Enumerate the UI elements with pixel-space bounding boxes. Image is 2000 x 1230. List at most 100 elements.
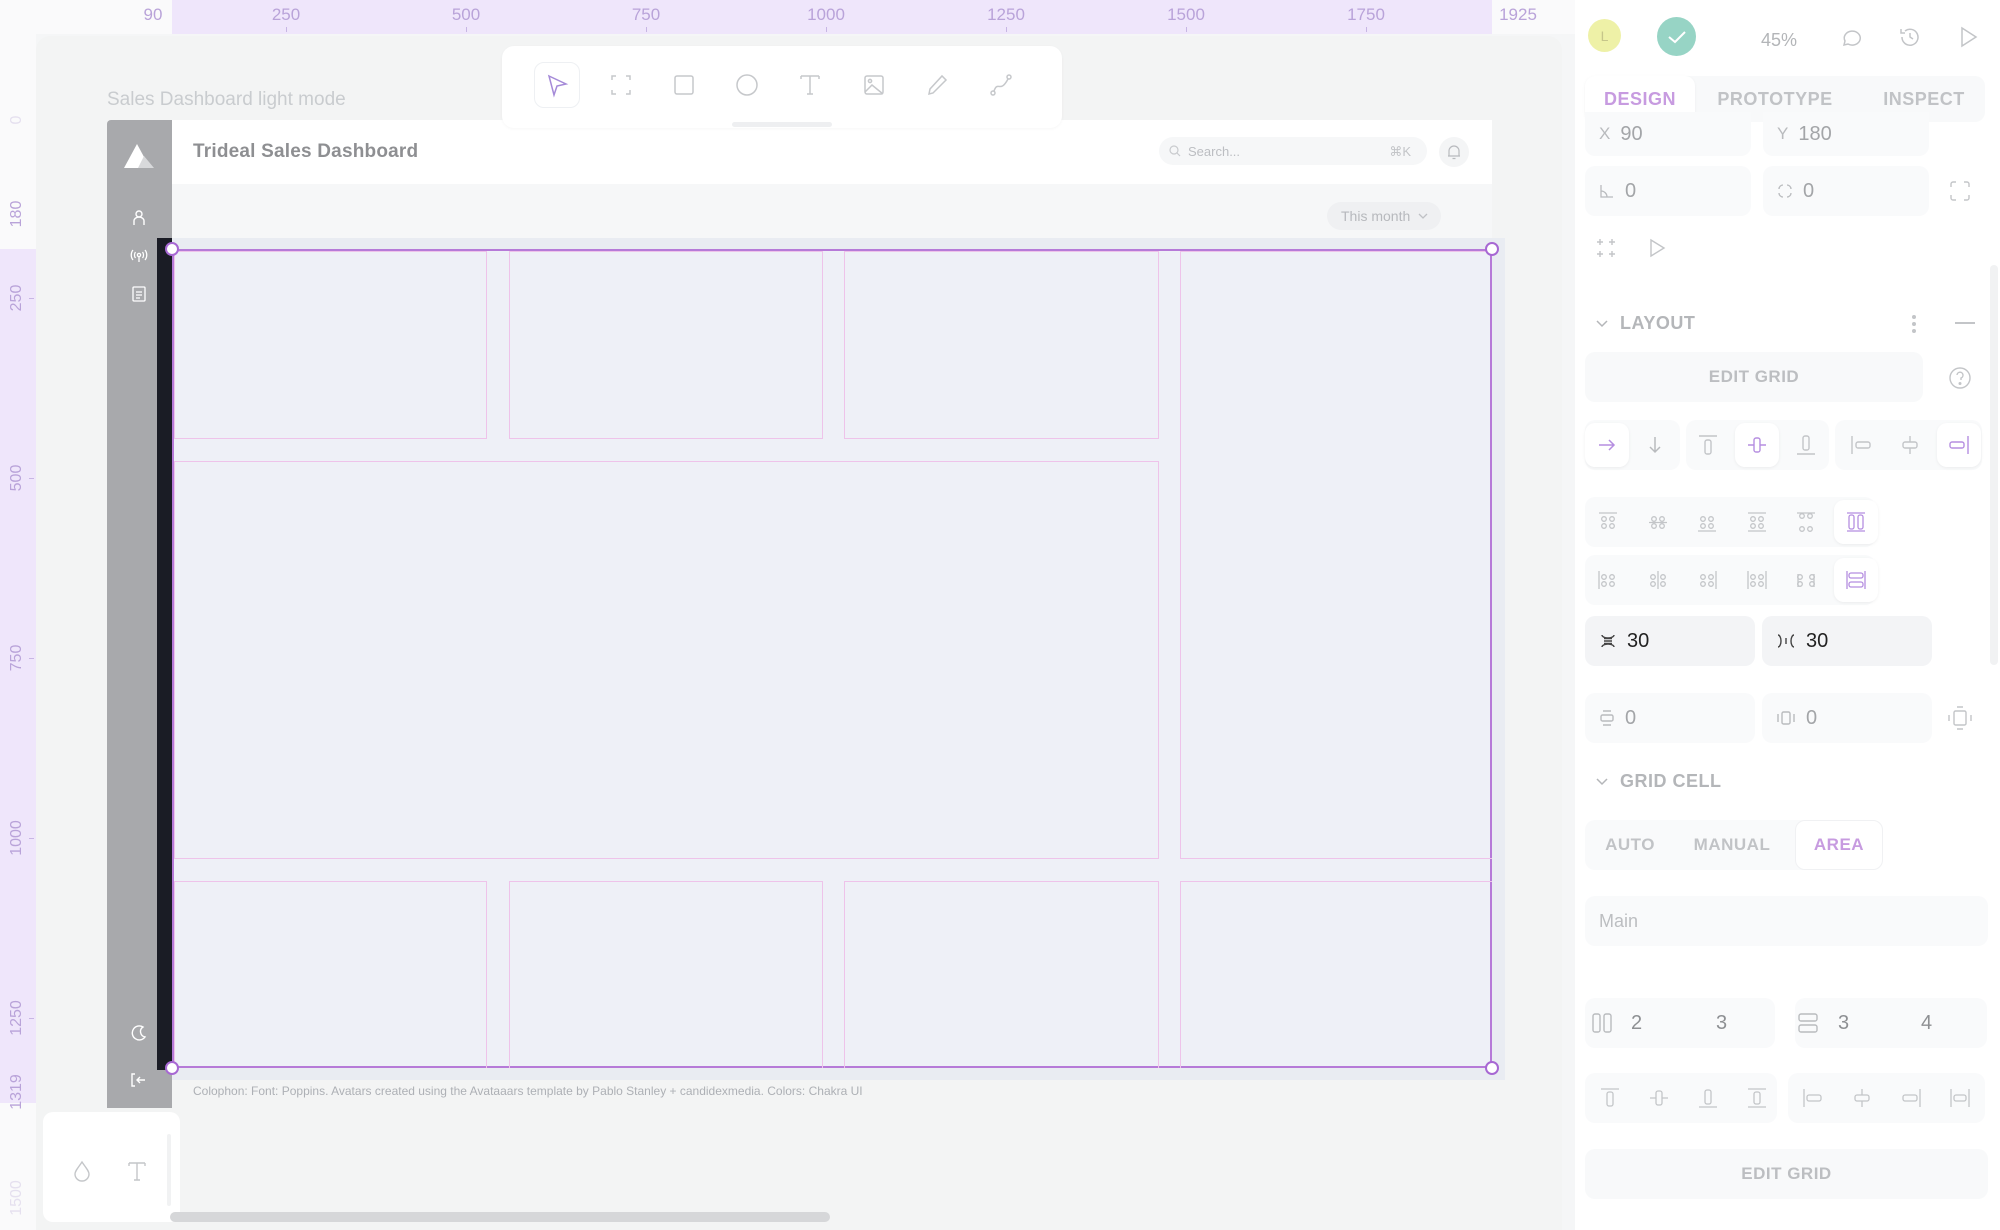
grid-cell[interactable] [844,251,1159,439]
toolbar-drag-handle[interactable] [732,122,832,127]
area-name-input[interactable]: Main [1585,896,1988,946]
tool-board[interactable] [598,62,644,108]
x-position-field[interactable]: X 90 [1585,112,1751,156]
dashboard-search-input[interactable]: Search... ⌘K [1159,137,1427,165]
align-content-between-button[interactable] [1735,500,1779,544]
grid-layout-selection[interactable] [172,249,1492,1068]
grid-cell[interactable] [509,251,823,439]
vertical-padding-field[interactable]: 0 [1585,693,1755,743]
align-content-start-button[interactable] [1586,500,1630,544]
tool-ellipse[interactable] [724,62,770,108]
radius-field[interactable]: 0 [1763,166,1929,216]
cell-justify-start-button[interactable] [1791,1076,1835,1120]
remove-layout-icon[interactable] [1955,322,1975,326]
tool-path[interactable] [978,62,1024,108]
cell-align-end-button[interactable] [1686,1076,1730,1120]
user-icon[interactable] [129,208,149,228]
bell-icon [1448,145,1460,160]
align-content-stretch-button[interactable] [1833,500,1878,544]
help-icon[interactable] [1948,366,1972,390]
grid-cell-section-header[interactable]: GRID CELL [1596,771,1722,792]
tool-image[interactable] [851,62,897,108]
justify-start-button[interactable] [1839,423,1883,467]
moon-icon[interactable] [129,1023,149,1043]
tool-rectangle[interactable] [661,62,707,108]
cell-justify-center-button[interactable] [1840,1076,1884,1120]
cell-align-center-button[interactable] [1637,1076,1681,1120]
column-gap-field[interactable]: 30 [1762,616,1932,666]
zoom-level[interactable]: 45% [1761,30,1797,51]
cell-justify-stretch-button[interactable] [1938,1076,1982,1120]
rotation-field[interactable]: 0 [1585,166,1751,216]
mode-manual[interactable]: MANUAL [1677,820,1787,870]
layout-section-header[interactable]: LAYOUT [1596,313,1695,334]
justify-content-stretch-button[interactable] [1833,558,1878,602]
document-icon[interactable] [129,284,149,304]
direction-row-button[interactable] [1585,423,1629,467]
row-end-value[interactable]: 4 [1921,1012,1932,1035]
more-options-icon[interactable] [1911,314,1917,334]
frame-name-label[interactable]: Sales Dashboard light mode [107,89,346,111]
align-content-end-button[interactable] [1685,500,1729,544]
align-start-button[interactable] [1686,423,1730,467]
grid-area-main[interactable] [174,461,1159,859]
justify-end-button[interactable] [1937,423,1981,467]
fill-drop-icon[interactable] [73,1160,95,1184]
tool-move[interactable] [534,62,580,108]
independent-corners-button[interactable] [1938,169,1982,213]
comment-icon[interactable] [1840,25,1864,49]
tool-pencil[interactable] [914,62,960,108]
justify-content-around-button[interactable] [1784,558,1828,602]
grid-cell[interactable] [174,881,487,1068]
panel-scrollbar[interactable] [1990,265,1998,665]
flow-start-button[interactable] [1635,226,1679,270]
column-end-value[interactable]: 3 [1716,1012,1727,1035]
horizontal-padding-field[interactable]: 0 [1762,693,1932,743]
history-icon[interactable] [1898,25,1922,49]
mode-area[interactable]: AREA [1795,820,1883,870]
justify-content-start-button[interactable] [1586,558,1630,602]
column-start-value[interactable]: 2 [1631,1012,1642,1035]
y-position-field[interactable]: Y 180 [1763,112,1929,156]
row-gap-field[interactable]: 30 [1585,616,1755,666]
resize-handle-bottom-right[interactable] [1485,1061,1499,1075]
justify-center-button[interactable] [1888,423,1932,467]
grid-cell[interactable] [174,251,487,439]
resize-handle-bottom-left[interactable] [165,1061,179,1075]
direction-column-button[interactable] [1633,423,1677,467]
notification-bell-button[interactable] [1439,137,1469,167]
grid-cell[interactable] [1180,881,1492,1068]
play-icon[interactable] [1956,25,1980,49]
align-content-center-button[interactable] [1636,500,1680,544]
ruler-tick [286,27,287,32]
logout-icon[interactable] [129,1070,149,1090]
tool-text[interactable] [787,62,833,108]
fit-content-button[interactable] [1584,226,1628,270]
justify-content-stretch-icon [1845,571,1866,589]
align-end-button[interactable] [1784,423,1828,467]
horizontal-scrollbar[interactable] [170,1212,830,1222]
date-range-select[interactable]: This month [1327,202,1441,230]
cell-align-start-button[interactable] [1588,1076,1632,1120]
resize-handle-top-left[interactable] [165,242,179,256]
justify-content-center-button[interactable] [1636,558,1680,602]
mode-auto[interactable]: AUTO [1585,820,1675,870]
grid-cell[interactable] [844,881,1159,1068]
palette-scrollbar[interactable] [167,1134,171,1206]
grid-cell[interactable] [509,881,823,1068]
text-icon[interactable] [127,1160,149,1184]
edit-grid-button[interactable]: EDIT GRID [1585,352,1923,402]
justify-content-end-button[interactable] [1685,558,1729,602]
cell-align-stretch-button[interactable] [1735,1076,1779,1120]
row-start-value[interactable]: 3 [1838,1012,1849,1035]
independent-padding-button[interactable] [1938,696,1982,740]
align-center-button[interactable] [1735,423,1779,467]
cell-justify-end-button[interactable] [1889,1076,1933,1120]
align-content-around-button[interactable] [1784,500,1828,544]
broadcast-icon[interactable] [129,246,149,266]
justify-content-between-button[interactable] [1735,558,1779,602]
edit-grid-button-cell[interactable]: EDIT GRID [1585,1149,1988,1199]
resize-handle-top-right[interactable] [1485,242,1499,256]
user-avatar[interactable]: L [1588,19,1621,52]
grid-cell[interactable] [1180,251,1492,859]
